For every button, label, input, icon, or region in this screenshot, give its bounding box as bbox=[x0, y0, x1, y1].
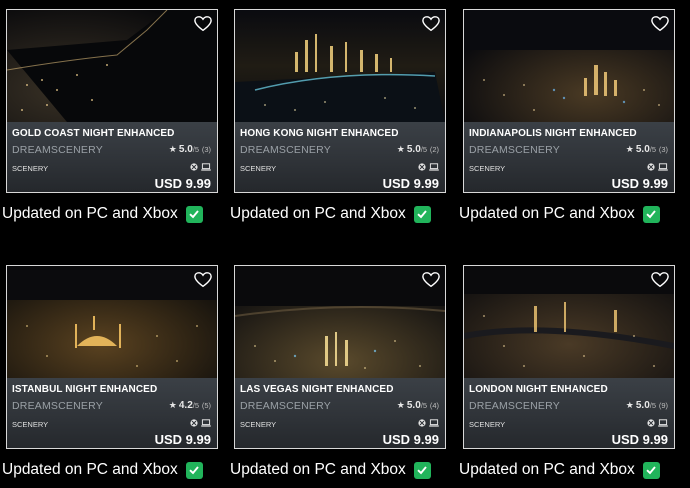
update-status-text: Updated on PC and Xbox bbox=[459, 205, 635, 222]
xbox-icon bbox=[190, 419, 198, 427]
heart-icon[interactable] bbox=[194, 271, 212, 289]
product-publisher[interactable]: DREAMSCENERY bbox=[240, 144, 331, 156]
platform-icons bbox=[418, 163, 439, 171]
heart-icon[interactable] bbox=[651, 15, 669, 33]
update-status: Updated on PC and Xbox bbox=[2, 460, 203, 480]
product-title: GOLD COAST NIGHT ENHANCED bbox=[12, 128, 175, 139]
product-title: INDIANAPOLIS NIGHT ENHANCED bbox=[469, 128, 637, 139]
checkmark-icon bbox=[642, 461, 660, 479]
star-icon: ★ bbox=[625, 144, 634, 154]
product-publisher[interactable]: DREAMSCENERY bbox=[240, 400, 331, 412]
product-info: ISTANBUL NIGHT ENHANCED DREAMSCENERY ★ 4.… bbox=[7, 378, 217, 448]
star-icon: ★ bbox=[168, 144, 177, 154]
product-info: HONG KONG NIGHT ENHANCED DREAMSCENERY ★ 5… bbox=[235, 122, 445, 192]
product-publisher[interactable]: DREAMSCENERY bbox=[12, 144, 103, 156]
product-grid: GOLD COAST NIGHT ENHANCED DREAMSCENERY ★… bbox=[0, 0, 690, 488]
update-status-text: Updated on PC and Xbox bbox=[230, 461, 406, 478]
product-rating: ★ 5.0/5 (3) bbox=[168, 144, 211, 155]
product-publisher[interactable]: DREAMSCENERY bbox=[469, 144, 560, 156]
platform-icons bbox=[647, 419, 668, 427]
product-publisher[interactable]: DREAMSCENERY bbox=[12, 400, 103, 412]
checkmark-icon bbox=[185, 205, 203, 223]
product-publisher[interactable]: DREAMSCENERY bbox=[469, 400, 560, 412]
pc-icon bbox=[658, 419, 668, 427]
product-rating: ★ 5.0/5 (3) bbox=[625, 144, 668, 155]
product-thumbnail[interactable] bbox=[7, 10, 217, 122]
heart-icon[interactable] bbox=[651, 271, 669, 289]
update-status: Updated on PC and Xbox bbox=[459, 204, 660, 224]
checkmark-icon bbox=[642, 205, 660, 223]
xbox-icon bbox=[418, 163, 426, 171]
product-price: USD 9.99 bbox=[154, 176, 211, 191]
pc-icon bbox=[429, 163, 439, 171]
pc-icon bbox=[201, 163, 211, 171]
xbox-icon bbox=[647, 419, 655, 427]
xbox-icon bbox=[418, 419, 426, 427]
product-price: USD 9.99 bbox=[382, 432, 439, 447]
product-info: GOLD COAST NIGHT ENHANCED DREAMSCENERY ★… bbox=[7, 122, 217, 192]
product-category: SCENERY bbox=[469, 164, 506, 173]
heart-icon[interactable] bbox=[422, 15, 440, 33]
product-category: SCENERY bbox=[240, 164, 277, 173]
checkmark-icon bbox=[185, 461, 203, 479]
update-status: Updated on PC and Xbox bbox=[230, 460, 431, 480]
xbox-icon bbox=[190, 163, 198, 171]
product-category: SCENERY bbox=[12, 420, 49, 429]
star-icon: ★ bbox=[396, 400, 405, 410]
product-category: SCENERY bbox=[12, 164, 49, 173]
product-thumbnail[interactable] bbox=[464, 10, 674, 122]
pc-icon bbox=[201, 419, 211, 427]
product-thumbnail[interactable] bbox=[7, 266, 217, 378]
product-title: HONG KONG NIGHT ENHANCED bbox=[240, 128, 399, 139]
product-price: USD 9.99 bbox=[382, 176, 439, 191]
update-status: Updated on PC and Xbox bbox=[2, 204, 203, 224]
product-card[interactable]: INDIANAPOLIS NIGHT ENHANCED DREAMSCENERY… bbox=[463, 9, 675, 193]
product-rating: ★ 5.0/5 (4) bbox=[396, 400, 439, 411]
star-icon: ★ bbox=[625, 400, 634, 410]
update-status-text: Updated on PC and Xbox bbox=[459, 461, 635, 478]
update-status-text: Updated on PC and Xbox bbox=[2, 461, 178, 478]
pc-icon bbox=[658, 163, 668, 171]
product-card[interactable]: GOLD COAST NIGHT ENHANCED DREAMSCENERY ★… bbox=[6, 9, 218, 193]
update-status-text: Updated on PC and Xbox bbox=[2, 205, 178, 222]
product-info: INDIANAPOLIS NIGHT ENHANCED DREAMSCENERY… bbox=[464, 122, 674, 192]
product-card[interactable]: HONG KONG NIGHT ENHANCED DREAMSCENERY ★ 5… bbox=[234, 9, 446, 193]
star-icon: ★ bbox=[396, 144, 405, 154]
heart-icon[interactable] bbox=[422, 271, 440, 289]
platform-icons bbox=[418, 419, 439, 427]
product-rating: ★ 5.0/5 (2) bbox=[396, 144, 439, 155]
checkmark-icon bbox=[413, 461, 431, 479]
product-card[interactable]: ISTANBUL NIGHT ENHANCED DREAMSCENERY ★ 4.… bbox=[6, 265, 218, 449]
product-title: LAS VEGAS NIGHT ENHANCED bbox=[240, 384, 394, 395]
product-category: SCENERY bbox=[240, 420, 277, 429]
heart-icon[interactable] bbox=[194, 15, 212, 33]
platform-icons bbox=[190, 163, 211, 171]
product-category: SCENERY bbox=[469, 420, 506, 429]
product-card[interactable]: LAS VEGAS NIGHT ENHANCED DREAMSCENERY ★ 5… bbox=[234, 265, 446, 449]
product-rating: ★ 5.0/5 (9) bbox=[625, 400, 668, 411]
product-thumbnail[interactable] bbox=[235, 10, 445, 122]
product-card[interactable]: LONDON NIGHT ENHANCED DREAMSCENERY ★ 5.0/… bbox=[463, 265, 675, 449]
product-thumbnail[interactable] bbox=[235, 266, 445, 378]
product-info: LAS VEGAS NIGHT ENHANCED DREAMSCENERY ★ 5… bbox=[235, 378, 445, 448]
star-icon: ★ bbox=[168, 400, 177, 410]
product-price: USD 9.99 bbox=[154, 432, 211, 447]
platform-icons bbox=[647, 163, 668, 171]
checkmark-icon bbox=[413, 205, 431, 223]
product-rating: ★ 4.2/5 (5) bbox=[168, 400, 211, 411]
product-price: USD 9.99 bbox=[611, 176, 668, 191]
pc-icon bbox=[429, 419, 439, 427]
update-status: Updated on PC and Xbox bbox=[230, 204, 431, 224]
product-info: LONDON NIGHT ENHANCED DREAMSCENERY ★ 5.0/… bbox=[464, 378, 674, 448]
product-title: ISTANBUL NIGHT ENHANCED bbox=[12, 384, 158, 395]
platform-icons bbox=[190, 419, 211, 427]
update-status-text: Updated on PC and Xbox bbox=[230, 205, 406, 222]
xbox-icon bbox=[647, 163, 655, 171]
update-status: Updated on PC and Xbox bbox=[459, 460, 660, 480]
product-thumbnail[interactable] bbox=[464, 266, 674, 378]
product-title: LONDON NIGHT ENHANCED bbox=[469, 384, 608, 395]
product-price: USD 9.99 bbox=[611, 432, 668, 447]
